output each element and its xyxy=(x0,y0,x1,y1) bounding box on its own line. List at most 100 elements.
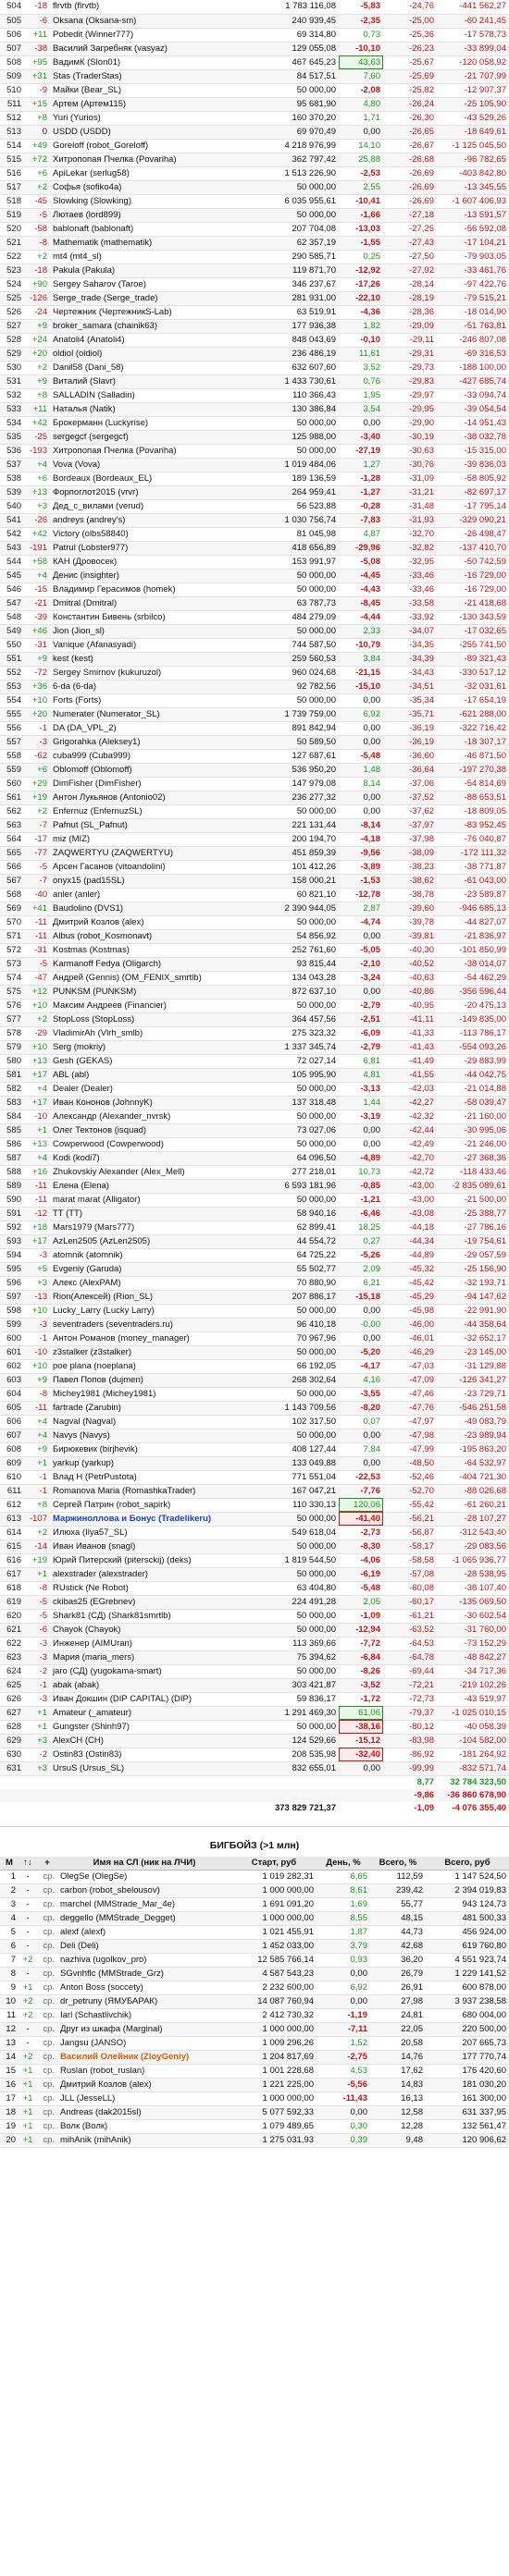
name-cell[interactable]: flrvtb (flrvtb) xyxy=(50,0,261,15)
name-cell[interactable]: StopLoss (StopLoss) xyxy=(50,1012,261,1027)
name-cell[interactable]: Gesh (GEKAS) xyxy=(50,1054,261,1069)
name-cell[interactable]: Chayok (Chayok) xyxy=(50,1623,261,1638)
header-all-rub[interactable]: Всего, руб xyxy=(426,1856,509,1871)
name-cell[interactable]: broker_samara (chainik63) xyxy=(50,319,261,334)
name-cell[interactable]: bablonaft (bablonaft) xyxy=(50,222,261,237)
name-cell[interactable]: Артем (Артем115) xyxy=(50,97,261,112)
name-cell[interactable]: Юрий Питерский (pitersckij) (deks) xyxy=(50,1553,261,1568)
name-cell[interactable]: alexstrader (alexstrader) xyxy=(50,1567,261,1582)
name-cell[interactable]: КАН (Дровосек) xyxy=(50,555,261,570)
name-cell[interactable]: mt4 (mt4_sl) xyxy=(50,250,261,264)
name-cell[interactable]: Pafnut (SL_Pafnut) xyxy=(50,818,261,833)
name-cell[interactable]: poe plana (noeplana) xyxy=(50,1359,261,1374)
name-cell[interactable]: Дед_с_вилами (verud) xyxy=(50,499,261,514)
name-cell[interactable]: Nagval (Nagval) xyxy=(50,1415,261,1429)
name-cell[interactable]: Anton Boss (soccety) xyxy=(57,1981,231,1995)
name-cell[interactable]: Арсен Гасанов (vitoandolini) xyxy=(50,860,261,875)
name-cell[interactable]: ckibas25 (EGrebnev) xyxy=(50,1595,261,1610)
name-cell[interactable]: andreys (andrey's) xyxy=(50,513,261,528)
name-cell[interactable]: Андрей (Gennis) (OM_FENIX_smrtlb) xyxy=(50,971,261,986)
name-cell[interactable]: Волк (Волк) xyxy=(57,2119,231,2134)
name-cell[interactable]: Павел Попов (dujmen) xyxy=(50,1373,261,1388)
name-cell[interactable]: anler (anler) xyxy=(50,888,261,902)
name-cell[interactable]: marchel (MMStrade_Mar_4e) xyxy=(57,1897,231,1912)
header-all-pct[interactable]: Всего, % xyxy=(370,1856,426,1871)
name-cell[interactable]: Лютаев (lord899) xyxy=(50,208,261,223)
name-cell[interactable]: Владимир Герасимов (homek) xyxy=(50,583,261,597)
name-cell[interactable]: Jangsu (JANSO) xyxy=(57,2036,231,2051)
name-cell[interactable]: Vova (Vova) xyxy=(50,458,261,472)
name-cell[interactable]: Vanique (Afanasyadi) xyxy=(50,638,261,653)
name-cell[interactable]: Bordeaux (Bordeaux_EL) xyxy=(50,472,261,486)
name-cell[interactable]: Forts (Forts) xyxy=(50,693,261,708)
name-cell[interactable]: carbon (robot_sbelousov) xyxy=(57,1883,231,1898)
name-cell[interactable]: Иван Кононов (JohnnyK) xyxy=(50,1096,261,1110)
name-cell[interactable]: Kodi (kodi7) xyxy=(50,1151,261,1166)
name-cell[interactable]: Evgeniy (Garuda) xyxy=(50,1262,261,1277)
name-cell[interactable]: Дмитрий Козлов (alex) xyxy=(57,2078,231,2092)
name-cell[interactable]: Michey1981 (Michey1981) xyxy=(50,1387,261,1402)
name-cell[interactable]: Albus (robot_Kosmonavt) xyxy=(50,929,261,944)
name-cell[interactable]: Sergey Smirnov (kukuruzol) xyxy=(50,666,261,681)
name-cell[interactable]: Baudolino (DVS1) xyxy=(50,902,261,916)
header-change[interactable]: + xyxy=(37,1856,57,1871)
name-cell[interactable]: DimFisher (DimFisher) xyxy=(50,777,261,791)
name-cell[interactable]: Mathematik (mathematik) xyxy=(50,236,261,251)
name-cell[interactable]: Александр (Alexander_nvrsk) xyxy=(50,1110,261,1124)
name-cell[interactable]: Victory (olbs58840) xyxy=(50,527,261,542)
name-cell[interactable]: USDD (USDD) xyxy=(50,125,261,140)
name-cell[interactable]: onyx15 (pad15SL) xyxy=(50,874,261,889)
name-cell[interactable]: Виталий (Slavr) xyxy=(50,374,261,389)
name-cell[interactable]: Karmanoff Fedya (Oligarch) xyxy=(50,957,261,972)
name-cell[interactable]: Zhukovskiy Alexander (Alex_Mell) xyxy=(50,1165,261,1180)
name-cell[interactable]: Иван Иванов (snagl) xyxy=(50,1539,261,1554)
name-cell[interactable]: Andreas (dak2015sl) xyxy=(57,2105,231,2120)
name-cell[interactable]: mihAnik (mihAnik) xyxy=(57,2133,231,2148)
name-cell[interactable]: Наталья (Natik) xyxy=(50,402,261,417)
name-cell[interactable]: yarkup (yarkup) xyxy=(50,1456,261,1471)
header-day[interactable]: День, % xyxy=(317,1856,370,1871)
name-cell[interactable]: Влад Н (PetrPustota) xyxy=(50,1470,261,1485)
name-cell[interactable]: alexf (alexf) xyxy=(57,1925,231,1940)
name-cell[interactable]: Kostmas (Kostmas) xyxy=(50,943,261,958)
name-cell[interactable]: Navys (Navys) xyxy=(50,1429,261,1443)
name-cell[interactable]: Pakula (Pakula) xyxy=(50,264,261,278)
name-cell[interactable]: Ostin83 (Ostin83) xyxy=(50,1748,261,1762)
name-cell[interactable]: Майки (Bear_SL) xyxy=(50,83,261,98)
name-cell[interactable]: ABL (abl) xyxy=(50,1068,261,1083)
name-cell[interactable]: Lucky_Larry (Lucky Larry) xyxy=(50,1304,261,1319)
name-cell[interactable]: marat marat (Alligator) xyxy=(50,1193,261,1208)
name-cell[interactable]: AzLen2505 (AzLen2505) xyxy=(50,1234,261,1249)
name-cell[interactable]: Stas (TraderStas) xyxy=(50,69,261,84)
name-cell[interactable]: Sergey Saharov (Taroe) xyxy=(50,277,261,292)
name-cell[interactable]: OlegSe (OlegSe) xyxy=(57,1870,231,1884)
name-cell[interactable]: Хитропопая Пчелка (Povariha) xyxy=(50,444,261,459)
name-cell[interactable]: Oblomoff (Oblomoff) xyxy=(50,763,261,778)
name-cell[interactable]: miz (MIZ) xyxy=(50,832,261,847)
name-cell[interactable]: Алекс (AlexPAM) xyxy=(50,1276,261,1291)
name-cell[interactable]: Serg (mokriy) xyxy=(50,1040,261,1055)
name-cell[interactable]: Дмитрий Козлов (alex) xyxy=(50,915,261,930)
header-arrow[interactable]: ↑↓ xyxy=(19,1856,37,1871)
name-cell[interactable]: abak (abak) xyxy=(50,1678,261,1693)
name-cell[interactable]: Максим Андреев (Financier) xyxy=(50,999,261,1013)
name-cell[interactable]: SGvnhflc (MMStrade_Grz) xyxy=(57,1967,231,1981)
name-cell[interactable]: Василий Загребняк (vasyaz) xyxy=(50,42,261,56)
name-cell[interactable]: nazhiva (ugolkov_pro) xyxy=(57,1953,231,1968)
name-cell[interactable]: TT (TT) xyxy=(50,1207,261,1221)
name-cell[interactable]: VladimirAh (Vlrh_smlb) xyxy=(50,1026,261,1041)
name-cell[interactable]: Anatoli4 (Anatoli4) xyxy=(50,333,261,348)
name-cell[interactable]: Yuri (Yurios) xyxy=(50,111,261,126)
name-cell[interactable]: Dealer (Dealer) xyxy=(50,1082,261,1097)
name-cell[interactable]: dr_petruny (ЯМУБАРАК) xyxy=(57,1994,231,2009)
name-cell[interactable]: Iarl (Schastlivchik) xyxy=(57,2008,231,2023)
name-cell[interactable]: Мария (maria_mers) xyxy=(50,1650,261,1665)
name-cell[interactable]: Danil58 (Dani_58) xyxy=(50,361,261,375)
name-cell[interactable]: Shark81 (СД) (Shark81smrtlb) xyxy=(50,1609,261,1624)
name-cell[interactable]: Mars1979 (Mars777) xyxy=(50,1221,261,1235)
name-cell[interactable]: Grigorahka (Aleksey1) xyxy=(50,735,261,750)
name-cell[interactable]: Антон Романов (money_manager) xyxy=(50,1331,261,1346)
name-cell[interactable]: Oksana (Oksana-sm) xyxy=(50,14,261,29)
name-cell[interactable]: Ruslan (robot_ruslan) xyxy=(57,2064,231,2079)
name-cell[interactable]: DA (DA_VPL_2) xyxy=(50,721,261,736)
